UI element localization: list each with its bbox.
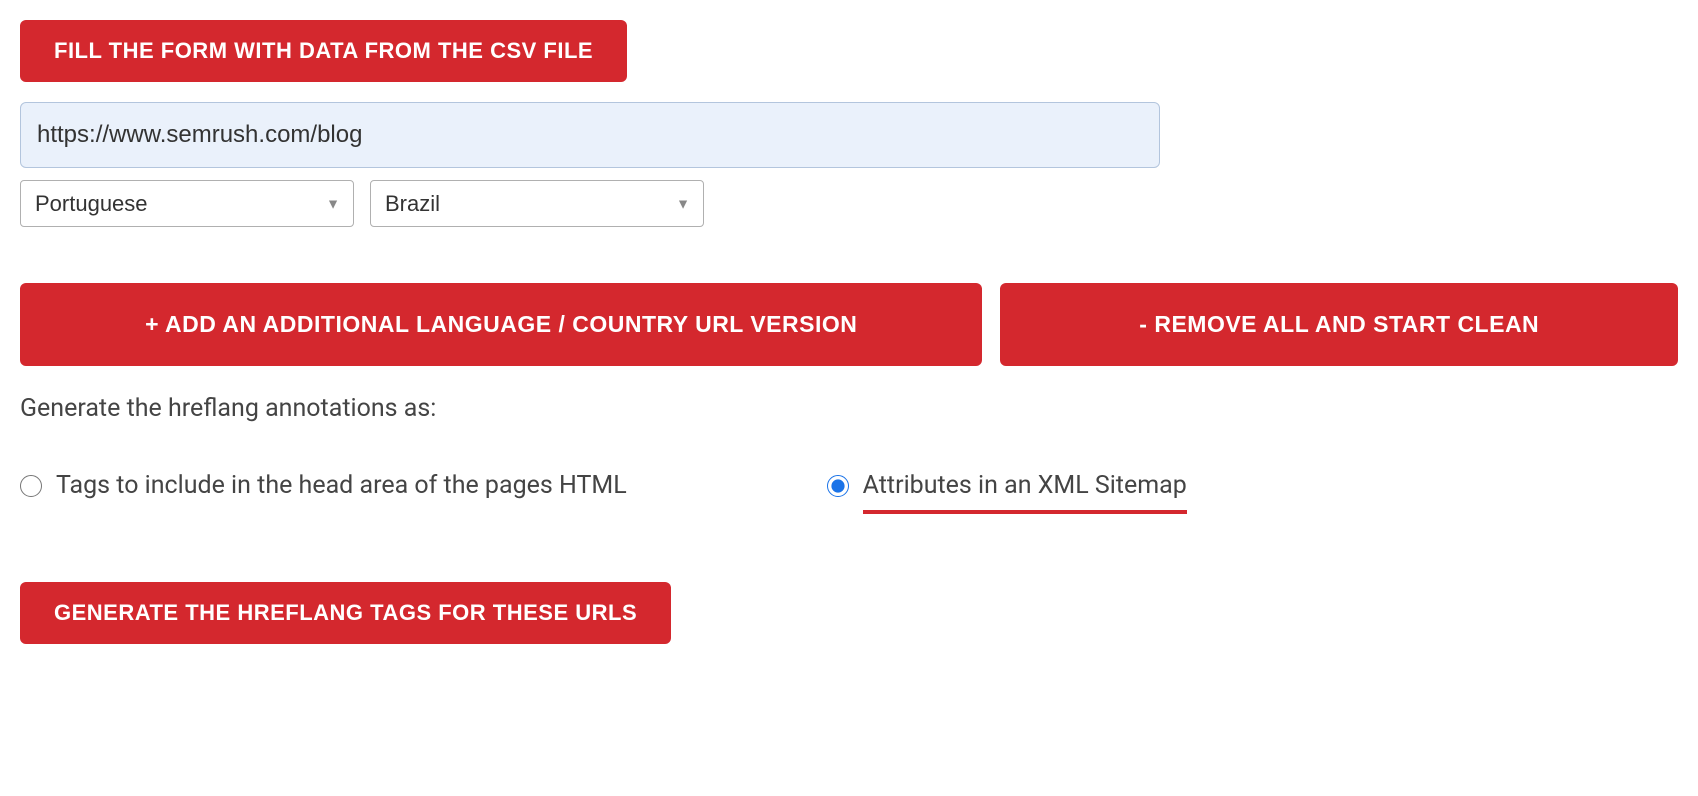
add-version-button[interactable]: + ADD AN ADDITIONAL LANGUAGE / COUNTRY U…: [20, 283, 982, 366]
underline-highlight: [863, 510, 1187, 514]
language-select-wrapper: Portuguese ▼: [20, 180, 354, 227]
radio-head-tags[interactable]: Tags to include in the head area of the …: [20, 471, 627, 500]
url-input[interactable]: [20, 102, 1160, 168]
radio-xml-sitemap[interactable]: Attributes in an XML Sitemap: [827, 471, 1187, 500]
fill-csv-button[interactable]: FILL THE FORM WITH DATA FROM THE CSV FIL…: [20, 20, 627, 82]
country-select-wrapper: Brazil ▼: [370, 180, 704, 227]
radio-head-tags-label: Tags to include in the head area of the …: [56, 471, 627, 500]
generate-button[interactable]: GENERATE THE HREFLANG TAGS FOR THESE URL…: [20, 582, 671, 644]
radio-row: Tags to include in the head area of the …: [20, 471, 1678, 500]
generate-as-label: Generate the hreflang annotations as:: [20, 394, 1678, 423]
radio-head-tags-input[interactable]: [20, 475, 42, 497]
remove-all-button[interactable]: - REMOVE ALL AND START CLEAN: [1000, 283, 1678, 366]
select-row: Portuguese ▼ Brazil ▼: [20, 180, 1678, 227]
country-select[interactable]: Brazil: [370, 180, 704, 227]
language-select[interactable]: Portuguese: [20, 180, 354, 227]
radio-xml-sitemap-input[interactable]: [827, 475, 849, 497]
radio-xml-sitemap-label: Attributes in an XML Sitemap: [863, 471, 1187, 500]
button-row: + ADD AN ADDITIONAL LANGUAGE / COUNTRY U…: [20, 283, 1678, 366]
